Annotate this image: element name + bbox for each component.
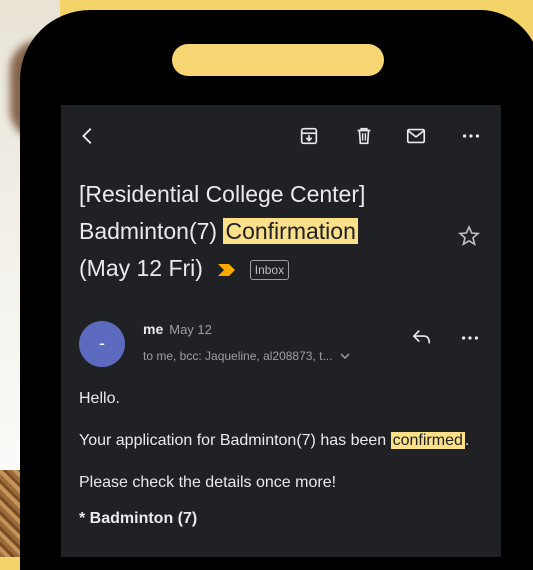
subject-date: (May 12 Fri) [79, 255, 203, 281]
sent-date: May 12 [169, 322, 212, 337]
body-highlight: confirmed [390, 432, 465, 449]
phone-notch [172, 44, 384, 76]
trash-icon[interactable] [351, 123, 377, 149]
archive-icon[interactable] [296, 123, 322, 149]
email-screen: [Residential College Center] Badminton(7… [61, 105, 501, 557]
email-subject: [Residential College Center] Badminton(7… [79, 176, 439, 288]
body-period: . [464, 432, 470, 449]
inbox-label-chip[interactable]: Inbox [249, 259, 290, 280]
body-greeting: Hello. [79, 390, 120, 407]
recipients-line[interactable]: to me, bcc: Jaqueline, al208873, t... [143, 349, 350, 363]
body-text: Your application for Badminton(7) has be… [79, 432, 391, 449]
body-check-details: Please check the details once more! [79, 474, 337, 491]
email-body: Hello. Your application for Badminton(7)… [79, 388, 479, 550]
subject-highlight: Confirmation [223, 218, 358, 244]
body-confirmation: Your application for Badminton(7) has be… [79, 430, 479, 452]
important-marker-icon[interactable] [217, 251, 237, 288]
sender-name: me [143, 321, 164, 337]
email-toolbar [61, 105, 501, 167]
sender-line: me May 12 [143, 321, 212, 337]
recipients-text: to me, bcc: Jaqueline, al208873, t... [143, 349, 333, 363]
more-icon[interactable] [458, 123, 484, 149]
mail-icon[interactable] [403, 123, 429, 149]
star-icon[interactable] [457, 224, 481, 253]
chevron-down-icon[interactable] [340, 349, 350, 363]
avatar[interactable]: - [79, 321, 125, 367]
more-options-icon[interactable] [459, 327, 481, 354]
body-activity-title: * Badminton (7) [79, 510, 198, 527]
reply-icon[interactable] [411, 327, 433, 352]
back-arrow-icon[interactable] [75, 123, 101, 149]
